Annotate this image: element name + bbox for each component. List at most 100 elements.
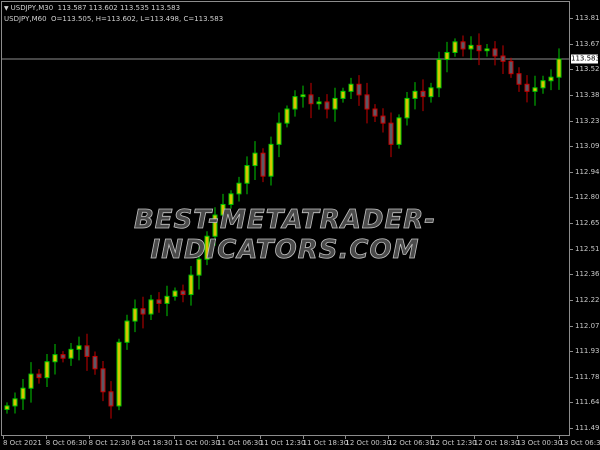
candle-body [92, 355, 98, 370]
y-tick-label: 113.380 [575, 90, 600, 99]
bull-candle [556, 48, 562, 90]
bull-candle [404, 92, 410, 126]
bull-candle [300, 85, 306, 108]
x-tick-label: 11 Oct 18:30 [302, 439, 349, 447]
bear-candle [420, 79, 426, 112]
bull-candle [164, 285, 170, 317]
candle-body [484, 48, 490, 52]
bull-candle [292, 90, 298, 117]
bear-candle [260, 148, 266, 183]
bear-candle [84, 333, 90, 371]
candle-body [348, 83, 354, 92]
candle-body [116, 341, 122, 407]
bear-candle [308, 82, 314, 119]
bull-candle [236, 176, 242, 202]
candle-body [172, 290, 178, 297]
y-tick-label: 112.510 [575, 244, 600, 253]
x-tick-label: 12 Oct 18:30 [473, 439, 520, 447]
y-tick [570, 376, 573, 378]
collapse-triangle-icon[interactable]: ▼ [4, 5, 9, 12]
x-tick-label: 12 Oct 06:30 [388, 439, 434, 447]
bull-candle [116, 338, 122, 411]
candle-body [188, 274, 194, 296]
y-tick [570, 248, 573, 250]
bull-candle [268, 136, 274, 186]
x-tick-label: 8 Oct 06:30 [45, 439, 87, 447]
bull-candle [276, 112, 282, 158]
candle-body [460, 41, 466, 50]
x-tick-label: 8 Oct 12:30 [88, 439, 130, 447]
bull-candle [444, 41, 450, 73]
x-tick-label: 11 Oct 12:30 [259, 439, 306, 447]
candle-body [492, 48, 498, 57]
y-tick [570, 197, 573, 199]
y-tick-label: 112.075 [575, 321, 600, 330]
y-tick [570, 43, 573, 45]
bull-candle [452, 38, 458, 57]
candle-body [316, 101, 322, 105]
candle-body [164, 295, 170, 304]
bull-candle [284, 105, 290, 128]
bear-candle [524, 75, 530, 103]
bull-candle [532, 75, 538, 106]
y-tick-label: 113.525 [575, 65, 600, 74]
candle-body [324, 101, 330, 110]
bull-candle [244, 156, 250, 195]
y-tick-label: 113.235 [575, 116, 600, 125]
candle-body [508, 60, 514, 75]
candle-body [396, 117, 402, 145]
candle-body [44, 361, 50, 379]
bull-candle [68, 342, 74, 366]
candle-body [148, 299, 154, 315]
candle-body [228, 193, 234, 205]
bear-candle [60, 351, 66, 363]
x-tick-label: 12 Oct 12:30 [431, 439, 477, 447]
candle-body [500, 55, 506, 62]
candle-body [428, 87, 434, 98]
y-tick-label: 113.815 [575, 14, 600, 22]
y-tick [570, 428, 573, 429]
candle-body [60, 354, 66, 359]
candle-body [340, 90, 346, 99]
y-tick [570, 325, 573, 327]
bear-candle [380, 108, 386, 133]
bull-candle [12, 392, 18, 414]
y-tick [570, 120, 573, 122]
legend-line-m30: USDJPY,M30 113.587 113.602 113.535 113.5… [10, 4, 181, 12]
y-tick-label: 112.365 [575, 270, 600, 279]
bull-candle [172, 287, 178, 301]
candle-body [12, 398, 18, 407]
candle-body [84, 345, 90, 357]
candle-body [52, 354, 58, 363]
y-tick [570, 18, 573, 19]
y-tick [570, 299, 573, 301]
y-tick-label: 111.785 [575, 372, 600, 381]
candle-body [380, 115, 386, 124]
x-tick-label: 13 Oct 06:30 [559, 439, 600, 447]
bull-candle [20, 379, 26, 410]
y-tick [570, 223, 573, 224]
bear-candle [476, 33, 482, 66]
candle-body [284, 108, 290, 124]
candle-body [268, 143, 274, 177]
candle-body [524, 83, 530, 92]
x-tick-label: 13 Oct 00:30 [516, 439, 563, 447]
candle-body [452, 41, 458, 53]
candle-body [476, 44, 482, 52]
candle-body [68, 348, 74, 359]
watermark: BEST-METATRADER-INDICATORS.COM [133, 205, 437, 266]
candle-body [388, 122, 394, 145]
y-tick-label: 113.090 [575, 142, 600, 151]
candle-body [76, 345, 82, 350]
candle-body [180, 290, 186, 296]
bear-candle [372, 104, 378, 123]
candle-body [124, 320, 130, 343]
bear-candle [492, 41, 498, 66]
y-tick [570, 146, 573, 148]
candle-body [4, 405, 10, 410]
candle-body [276, 122, 282, 145]
bull-candle [428, 82, 434, 103]
bear-candle [388, 112, 394, 158]
bear-candle [100, 361, 106, 402]
candle-body [436, 59, 442, 89]
